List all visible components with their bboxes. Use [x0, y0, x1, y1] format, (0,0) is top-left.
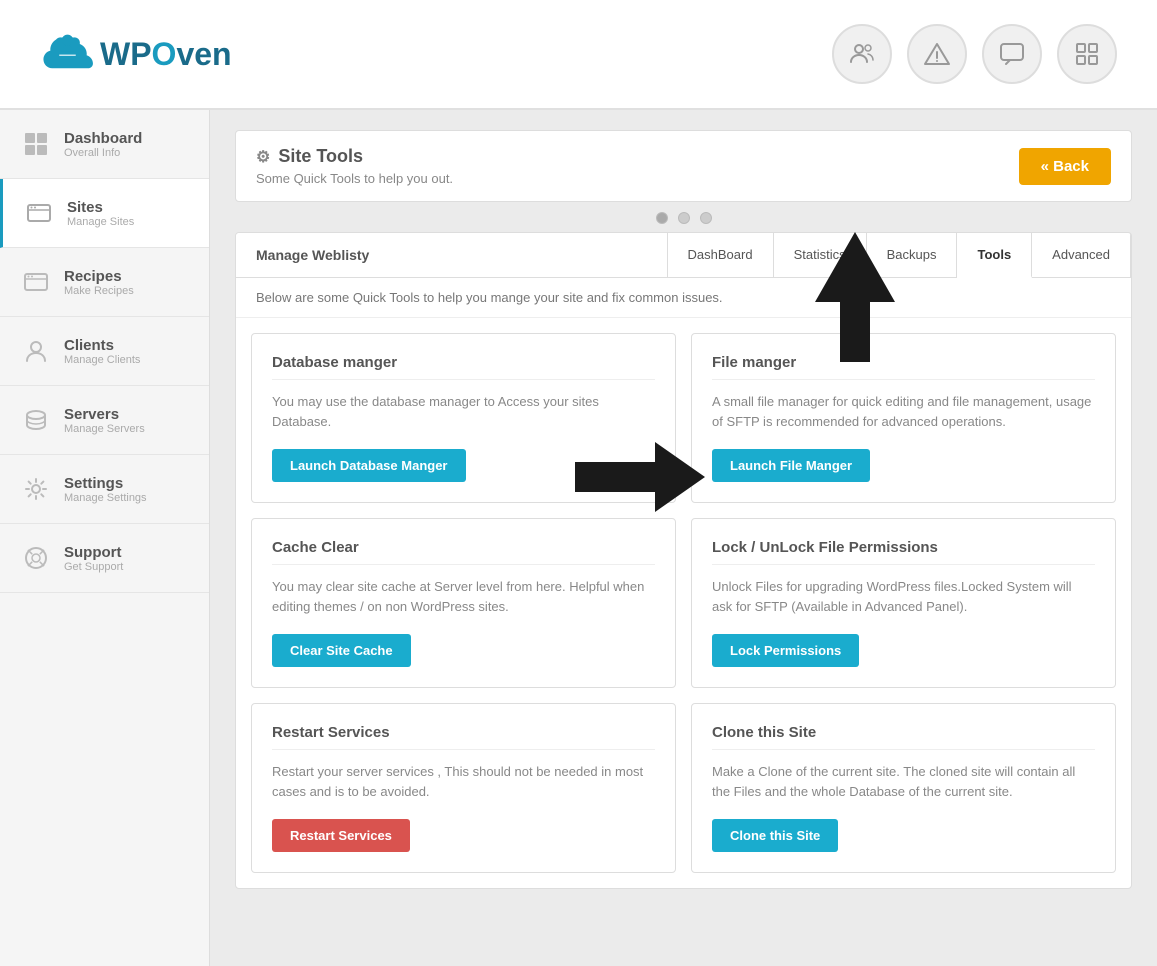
header-icons: [832, 24, 1117, 84]
servers-title: Servers: [64, 406, 145, 423]
cache-clear-title: Cache Clear: [272, 539, 655, 565]
sidebar-item-servers[interactable]: Servers Manage Servers: [0, 386, 209, 455]
sites-icon: [23, 197, 55, 229]
card-file-manager: File manger A small file manager for qui…: [691, 333, 1116, 503]
recipes-icon: [20, 266, 52, 298]
servers-icon: [20, 404, 52, 436]
servers-text: Servers Manage Servers: [64, 406, 145, 435]
dot-3: [700, 212, 712, 224]
sites-text: Sites Manage Sites: [67, 199, 134, 228]
database-manager-title: Database manger: [272, 354, 655, 380]
recipes-title: Recipes: [64, 268, 134, 285]
settings-icon: [20, 473, 52, 505]
dashboard-text: Dashboard Overall Info: [64, 130, 142, 159]
recipes-text: Recipes Make Recipes: [64, 268, 134, 297]
tab-advanced[interactable]: Advanced: [1032, 233, 1131, 277]
chat-header-icon[interactable]: [982, 24, 1042, 84]
tab-backups[interactable]: Backups: [867, 233, 958, 277]
clone-site-button[interactable]: Clone this Site: [712, 819, 838, 852]
tab-tools[interactable]: Tools: [957, 233, 1032, 278]
gear-icon: ⚙: [256, 147, 270, 167]
support-sub: Get Support: [64, 561, 123, 573]
dashboard-icon: [20, 128, 52, 160]
recipes-sub: Make Recipes: [64, 285, 134, 297]
sidebar-item-sites[interactable]: Sites Manage Sites: [0, 179, 209, 248]
settings-title: Settings: [64, 475, 147, 492]
lock-permissions-button[interactable]: Lock Permissions: [712, 634, 859, 667]
launch-database-manager-button[interactable]: Launch Database Manger: [272, 449, 466, 482]
card-cache-clear: Cache Clear You may clear site cache at …: [251, 518, 676, 688]
clear-site-cache-button[interactable]: Clear Site Cache: [272, 634, 411, 667]
logo: WPOven: [40, 27, 232, 82]
clients-title: Clients: [64, 337, 140, 354]
sidebar-item-recipes[interactable]: Recipes Make Recipes: [0, 248, 209, 317]
cards-grid: Database manger You may use the database…: [236, 318, 1131, 888]
card-restart-services: Restart Services Restart your server ser…: [251, 703, 676, 873]
tabs-header: Manage Weblisty DashBoard Statistics Bac…: [236, 233, 1131, 278]
tab-content-description: Below are some Quick Tools to help you m…: [236, 278, 1131, 318]
restart-services-desc: Restart your server services , This shou…: [272, 762, 655, 801]
clients-sub: Manage Clients: [64, 354, 140, 366]
card-clone-site: Clone this Site Make a Clone of the curr…: [691, 703, 1116, 873]
back-button[interactable]: « Back: [1019, 148, 1111, 185]
content-area: ⚙ Site Tools Some Quick Tools to help yo…: [210, 110, 1157, 966]
logo-text: WPOven: [100, 36, 232, 73]
support-text: Support Get Support: [64, 544, 123, 573]
clients-text: Clients Manage Clients: [64, 337, 140, 366]
site-tools-title-block: ⚙ Site Tools Some Quick Tools to help yo…: [256, 146, 453, 186]
dashboard-title: Dashboard: [64, 130, 142, 147]
restart-services-title: Restart Services: [272, 724, 655, 750]
support-title: Support: [64, 544, 123, 561]
dots-indicator: [235, 212, 1132, 224]
card-database-manager: Database manger You may use the database…: [251, 333, 676, 503]
file-manager-desc: A small file manager for quick editing a…: [712, 392, 1095, 431]
sidebar: Dashboard Overall Info Sites Manage Site…: [0, 110, 210, 966]
site-tools-title: ⚙ Site Tools: [256, 146, 453, 167]
cache-clear-desc: You may clear site cache at Server level…: [272, 577, 655, 616]
tab-statistics[interactable]: Statistics: [774, 233, 867, 277]
restart-services-button[interactable]: Restart Services: [272, 819, 410, 852]
sidebar-item-support[interactable]: Support Get Support: [0, 524, 209, 593]
dot-1: [656, 212, 668, 224]
tabs-panel: Manage Weblisty DashBoard Statistics Bac…: [235, 232, 1132, 889]
lock-permissions-desc: Unlock Files for upgrading WordPress fil…: [712, 577, 1095, 616]
servers-sub: Manage Servers: [64, 423, 145, 435]
clone-site-desc: Make a Clone of the current site. The cl…: [712, 762, 1095, 801]
dot-2: [678, 212, 690, 224]
support-icon: [20, 542, 52, 574]
database-manager-desc: You may use the database manager to Acce…: [272, 392, 655, 431]
settings-sub: Manage Settings: [64, 492, 147, 504]
sidebar-item-settings[interactable]: Settings Manage Settings: [0, 455, 209, 524]
card-lock-permissions: Lock / UnLock File Permissions Unlock Fi…: [691, 518, 1116, 688]
grid-header-icon[interactable]: [1057, 24, 1117, 84]
settings-text: Settings Manage Settings: [64, 475, 147, 504]
sidebar-item-dashboard[interactable]: Dashboard Overall Info: [0, 110, 209, 179]
clients-icon: [20, 335, 52, 367]
dashboard-sub: Overall Info: [64, 147, 142, 159]
launch-file-manager-button[interactable]: Launch File Manger: [712, 449, 870, 482]
sidebar-item-clients[interactable]: Clients Manage Clients: [0, 317, 209, 386]
warning-header-icon[interactable]: [907, 24, 967, 84]
tab-dashboard[interactable]: DashBoard: [668, 233, 774, 277]
site-tools-subtitle: Some Quick Tools to help you out.: [256, 171, 453, 186]
annotation-container: Manage Weblisty DashBoard Statistics Bac…: [235, 232, 1132, 889]
lock-permissions-title: Lock / UnLock File Permissions: [712, 539, 1095, 565]
logo-cloud-icon: [40, 27, 95, 82]
file-manager-title: File manger: [712, 354, 1095, 380]
sites-title: Sites: [67, 199, 134, 216]
tab-manage-weblisty: Manage Weblisty: [236, 233, 668, 277]
users-header-icon[interactable]: [832, 24, 892, 84]
site-tools-header: ⚙ Site Tools Some Quick Tools to help yo…: [235, 130, 1132, 202]
header: WPOven: [0, 0, 1157, 110]
sites-sub: Manage Sites: [67, 216, 134, 228]
main-layout: Dashboard Overall Info Sites Manage Site…: [0, 110, 1157, 966]
clone-site-title: Clone this Site: [712, 724, 1095, 750]
